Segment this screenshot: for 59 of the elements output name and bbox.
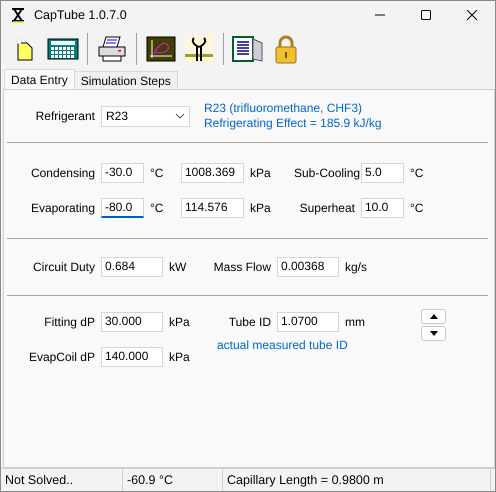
triangle-up-icon	[430, 314, 438, 319]
chart-icon	[146, 36, 176, 62]
unit-label: kg/s	[344, 260, 368, 274]
toolbar-button[interactable]	[232, 33, 264, 65]
pliers-icon	[185, 35, 213, 63]
decrement-button[interactable]	[421, 326, 446, 341]
field-label: Superheat	[298, 201, 356, 215]
toolbar-button[interactable]	[183, 33, 215, 65]
maximize-icon	[421, 10, 431, 20]
tab[interactable]: Simulation Steps	[74, 71, 178, 89]
temperature-field[interactable]: 5.0	[361, 163, 404, 183]
tube-id-note: actual measured tube ID	[217, 338, 349, 352]
new-document-icon	[15, 37, 35, 61]
pressure-field[interactable]: 1008.369	[181, 163, 244, 183]
tab[interactable]: Data Entry	[4, 69, 75, 89]
unit-label: kPa	[168, 350, 191, 364]
book-icon	[232, 35, 264, 63]
status-text: Not Solved..	[1, 469, 123, 491]
unit-label: °C	[409, 201, 424, 215]
temperature-field[interactable]: -30.0	[101, 163, 144, 183]
padlock-icon	[274, 34, 298, 64]
refrigerant-info: Refrigerating Effect = 185.9 kJ/kg	[204, 116, 382, 131]
unit-label: °C	[149, 166, 164, 180]
printer-icon	[97, 35, 127, 63]
field-label: Fitting dP	[43, 315, 96, 329]
close-icon	[467, 10, 477, 20]
field-label: Refrigerant	[34, 109, 96, 123]
unit-label: kW	[168, 260, 188, 274]
value-field[interactable]: 0.684	[101, 257, 163, 277]
temperature-field[interactable]: 10.0	[361, 198, 404, 218]
pressure-field[interactable]: 114.576	[181, 198, 244, 218]
field-label: Evaporating	[30, 201, 96, 215]
keypad-icon	[47, 38, 79, 60]
unit-label: kPa	[168, 315, 191, 329]
field-label: Mass Flow	[213, 260, 272, 274]
window-title: CapTube 1.0.7.0	[34, 8, 128, 22]
unit-label: °C	[149, 201, 164, 215]
increment-button[interactable]	[421, 309, 446, 324]
field-label: Tube ID	[228, 315, 272, 329]
field-label: EvapCoil dP	[28, 350, 96, 364]
chevron-down-icon	[175, 113, 185, 119]
refrigerant-dropdown[interactable]: R23	[101, 106, 190, 126]
value-field[interactable]: 30.000	[101, 312, 163, 332]
refrigerant-info: R23 (trifluoromethane, CHF3)	[204, 101, 364, 116]
value-field[interactable]: 140.000	[101, 347, 163, 367]
field-label: Circuit Duty	[32, 260, 96, 274]
temperature-field[interactable]: -80.0	[101, 198, 144, 218]
value-field[interactable]: 0.00368	[277, 257, 339, 277]
field-label: Sub-Cooling	[294, 166, 361, 180]
tube-id-field[interactable]: 1.0700	[277, 312, 339, 332]
field-label: Condensing	[30, 166, 96, 180]
status-text: Capillary Length = 0.9800 m	[223, 469, 491, 491]
status-text: -60.9 °C	[123, 469, 223, 491]
app-logo-icon	[10, 7, 26, 23]
unit-label: kPa	[249, 166, 272, 180]
unit-label: °C	[409, 166, 424, 180]
triangle-down-icon	[430, 331, 438, 336]
unit-label: kPa	[249, 201, 272, 215]
unit-label: mm	[344, 315, 366, 329]
